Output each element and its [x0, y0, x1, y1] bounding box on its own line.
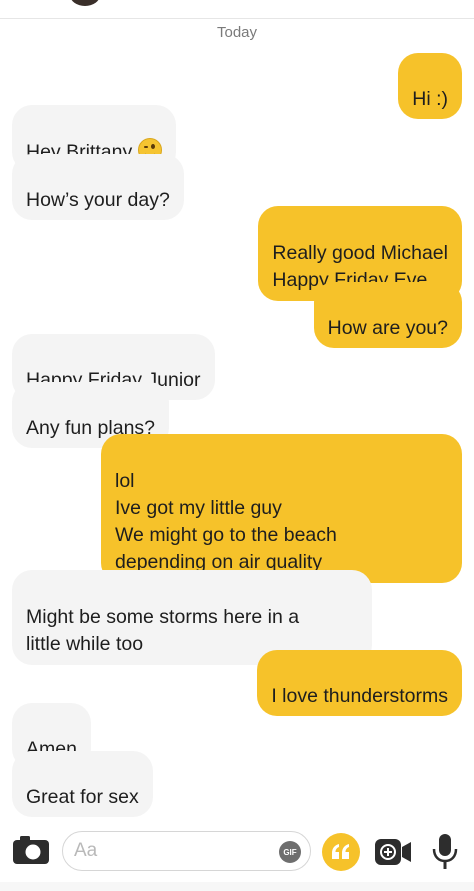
- date-divider: Today: [216, 24, 258, 41]
- message-text: How are you?: [327, 317, 448, 339]
- message-bubble-sent[interactable]: lol Ive got my little guy We might go to…: [101, 434, 462, 583]
- message-text: Hi :): [412, 88, 448, 110]
- quote-icon[interactable]: [322, 833, 360, 871]
- message-text: How’s your day?: [26, 189, 170, 211]
- message-bubble-sent[interactable]: I love thunderstorms: [257, 650, 462, 716]
- avatar[interactable]: [70, 0, 100, 6]
- message-bubble-received[interactable]: Great for sex: [12, 751, 153, 817]
- message-text: Great for sex: [26, 786, 139, 808]
- message-input-placeholder: Aa: [74, 840, 98, 861]
- message-bubble-sent[interactable]: Hi :): [398, 53, 462, 119]
- message-text: I love thunderstorms: [271, 685, 448, 707]
- camera-icon[interactable]: [12, 835, 50, 865]
- header-edge: [0, 0, 474, 19]
- bottom-bar: [0, 882, 474, 891]
- microphone-icon[interactable]: [430, 833, 460, 871]
- message-text: lol Ive got my little guy We might go to…: [115, 470, 337, 573]
- message-bubble-received[interactable]: How’s your day?: [12, 154, 184, 220]
- gif-icon[interactable]: GIF: [279, 841, 301, 863]
- message-input[interactable]: [62, 831, 311, 871]
- message-bubble-sent[interactable]: How are you?: [313, 282, 462, 348]
- message-text: Might be some storms here in a little wh…: [26, 606, 300, 655]
- video-icon[interactable]: [374, 837, 412, 867]
